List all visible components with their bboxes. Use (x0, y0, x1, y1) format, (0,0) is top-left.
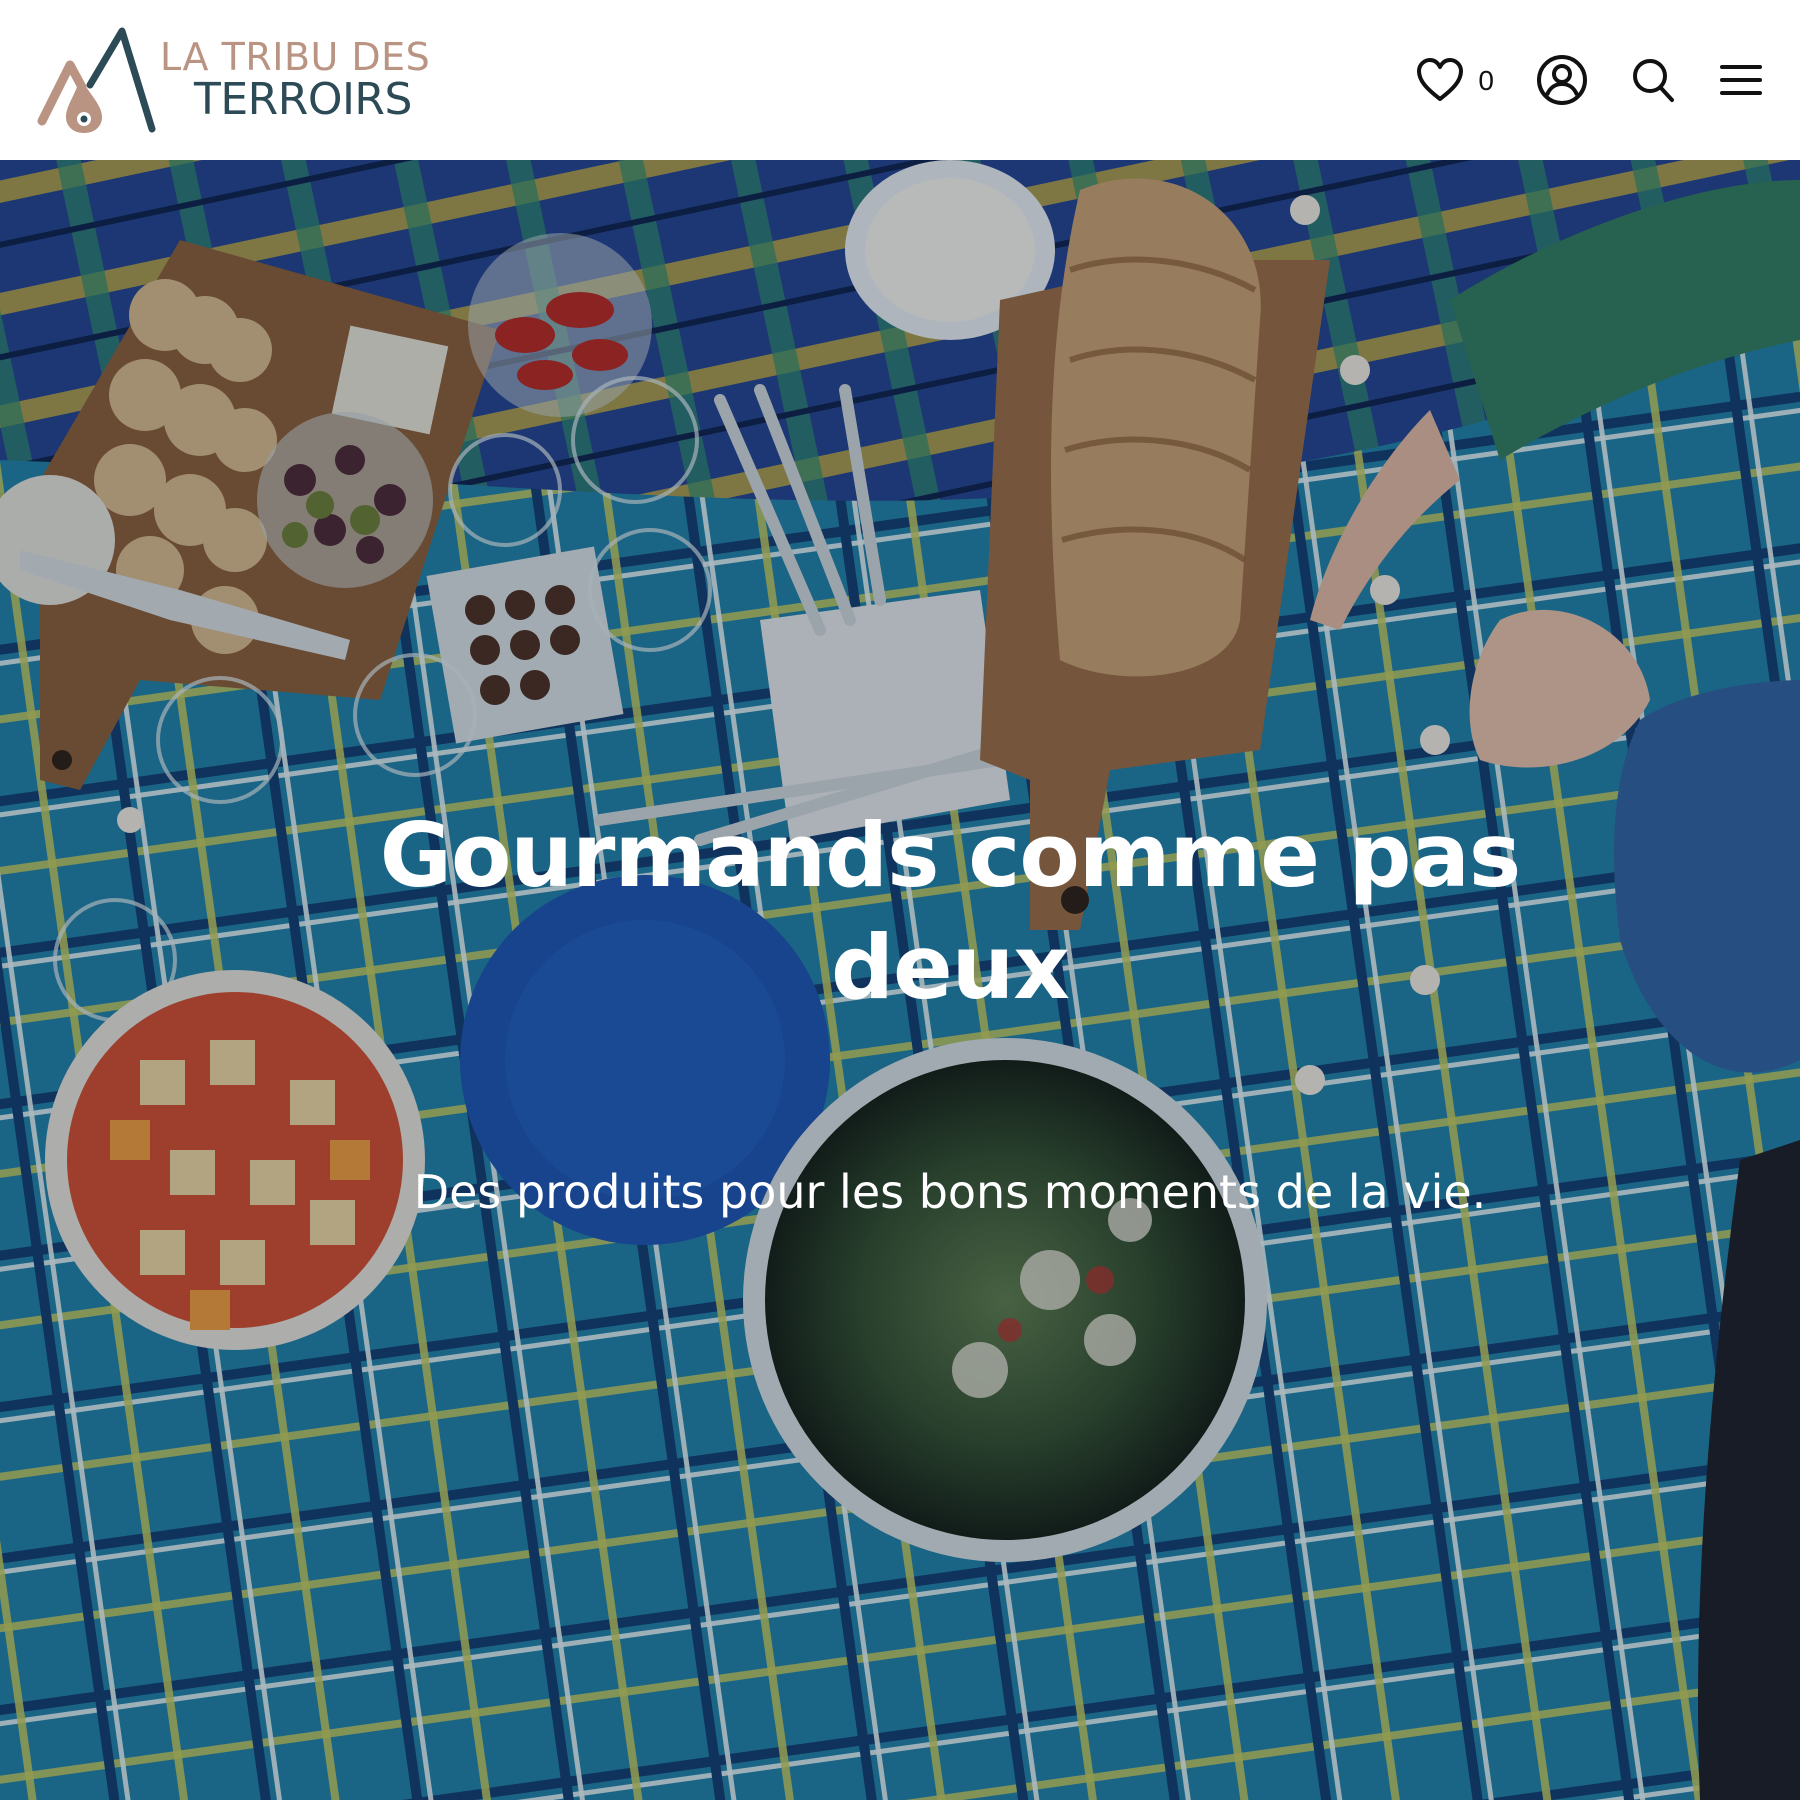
user-circle-icon (1537, 55, 1587, 105)
logo-line-1: LA TRIBU DES (160, 35, 431, 79)
logo-mountain-drop-icon (37, 27, 156, 133)
search-icon (1633, 59, 1674, 102)
header-actions: 0 (1412, 0, 1764, 160)
site-logo[interactable]: LA TRIBU DES TERROIRS (36, 20, 430, 140)
logo-line-2: TERROIRS (194, 74, 412, 125)
site-header: LA TRIBU DES TERROIRS 0 (0, 0, 1800, 160)
hamburger-menu-icon (1720, 65, 1762, 95)
logo-wordmark: LA TRIBU DES TERROIRS (160, 38, 430, 122)
menu-button[interactable] (1718, 50, 1764, 110)
heart-icon (1417, 58, 1464, 101)
account-button[interactable] (1534, 50, 1590, 110)
wishlist-count: 0 (1478, 65, 1494, 96)
hero-title: Gourmands comme pas deux (379, 804, 1522, 1019)
wishlist-button[interactable] (1412, 50, 1468, 110)
hero-subtitle: Des produits pour les bons moments de la… (413, 1165, 1487, 1219)
search-button[interactable] (1628, 50, 1678, 110)
hero-banner: Gourmands comme pas deux Des produits po… (0, 160, 1800, 1800)
